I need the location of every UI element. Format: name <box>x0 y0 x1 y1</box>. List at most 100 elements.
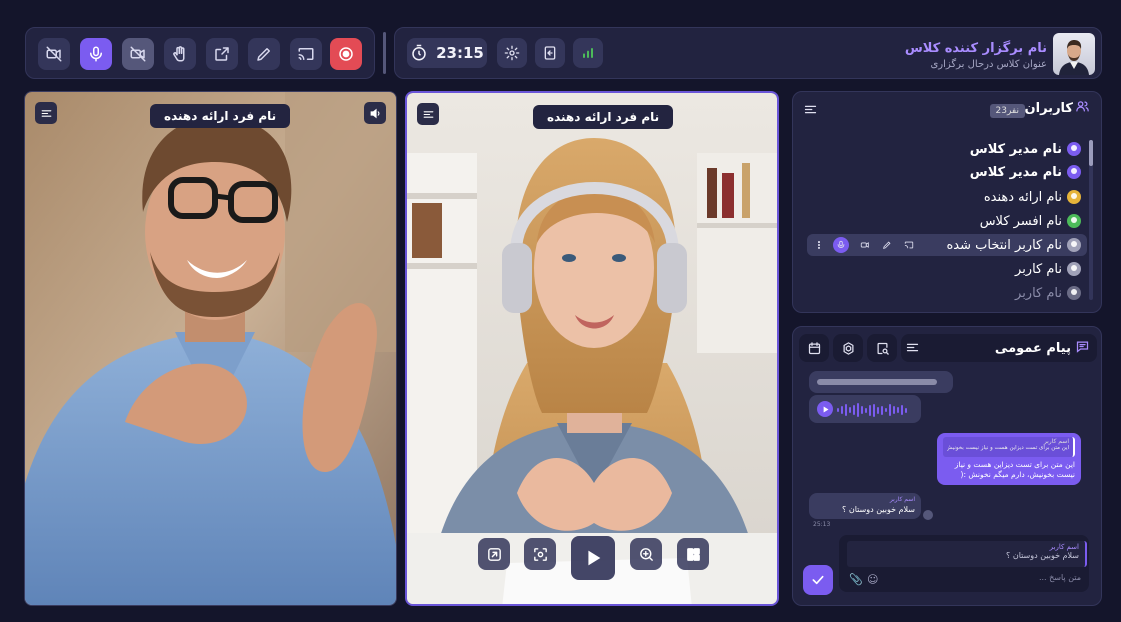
class-status: عنوان کلاس درحال برگزاری <box>930 59 1047 70</box>
emoji-icon[interactable]: ☺ <box>867 573 878 586</box>
chat-menu-button[interactable] <box>905 340 921 356</box>
user-item[interactable]: نام کاربر <box>1015 282 1081 304</box>
fit-screen-button[interactable] <box>478 538 510 570</box>
incoming-sender-name: اسم کاربر <box>889 496 915 503</box>
camera-off-icon <box>46 46 62 62</box>
focus-button[interactable] <box>524 538 556 570</box>
menu-icon <box>906 343 919 352</box>
participant-video-1 <box>25 92 396 605</box>
users-scrollbar[interactable] <box>1089 140 1093 300</box>
incoming-message-text: سلام خوبین دوستان ؟ <box>842 505 915 514</box>
check-icon <box>812 575 824 585</box>
send-button[interactable] <box>803 565 833 595</box>
user-status-icon <box>1067 142 1081 156</box>
message-bubble-placeholder <box>809 371 953 393</box>
host-avatar <box>1053 33 1095 75</box>
toolbar-divider <box>383 32 386 74</box>
focus-icon <box>533 547 547 561</box>
reply-quote: اسم کاربر این متن برای تست دیزاین هست و … <box>943 437 1075 457</box>
search-document-icon <box>877 342 889 355</box>
draft-reply-text: سلام خوبین دوستان ؟ <box>1006 551 1079 560</box>
own-message-bubble: اسم کاربر این متن برای تست دیزاین هست و … <box>937 433 1081 485</box>
chat-icon <box>1075 339 1095 359</box>
layout-button[interactable] <box>677 538 709 570</box>
share-screen-button[interactable] <box>206 38 238 70</box>
record-button[interactable] <box>330 38 362 70</box>
calendar-icon <box>808 341 820 354</box>
own-message-text: این متن برای تست دیزاین هست و نیاز نیست … <box>954 460 1075 479</box>
record-icon <box>339 47 353 61</box>
host-name: نام برگزار کننده کلاس <box>904 41 1047 56</box>
menu-icon <box>423 110 433 118</box>
connection-button[interactable] <box>573 38 603 68</box>
timer-text: 23:15 <box>436 44 484 62</box>
message-input-area: اسم کاربر سلام خوبین دوستان ؟ متن پاسخ .… <box>839 535 1089 592</box>
incoming-message-bubble: اسم کاربر سلام خوبین دوستان ؟ <box>809 493 921 519</box>
presenter-label-2: نام فرد ارائه دهنده <box>533 105 674 129</box>
video-tile-2[interactable]: نام فرد ارائه دهنده <box>405 91 779 606</box>
incoming-avatar <box>923 510 933 520</box>
calendar-tab[interactable] <box>799 334 829 362</box>
video-menu-button-2[interactable] <box>417 103 439 125</box>
play-voice-icon[interactable] <box>817 401 833 417</box>
chat-title: پیام عمومی <box>994 341 1071 356</box>
chat-panel: پیام عمومی اسم کاربر این متن برای تست دی… <box>792 326 1102 606</box>
cast-button[interactable] <box>290 38 322 70</box>
gear-icon <box>504 45 520 61</box>
share-icon <box>215 47 229 61</box>
microphone-button[interactable] <box>80 38 112 70</box>
user-status-icon <box>1067 165 1081 179</box>
raise-hand-button[interactable] <box>164 38 196 70</box>
user-item[interactable]: نام کاربر <box>1015 258 1081 280</box>
user-item[interactable]: نام مدیر کلاس <box>970 161 1081 183</box>
signal-icon <box>583 48 593 58</box>
search-messages-tab[interactable] <box>867 334 897 362</box>
users-icon <box>1075 99 1095 119</box>
video-menu-button-1[interactable] <box>35 102 57 124</box>
settings-button[interactable] <box>497 38 527 68</box>
user-pen-icon[interactable] <box>879 237 895 253</box>
draw-button[interactable] <box>248 38 280 70</box>
user-item[interactable]: نام مدیر کلاس <box>970 138 1081 160</box>
speaker-button[interactable] <box>364 102 386 124</box>
play-icon <box>588 550 601 566</box>
users-menu-button[interactable] <box>803 102 819 118</box>
draft-reply-name: اسم کاربر <box>1049 543 1079 551</box>
user-camera-icon[interactable] <box>857 237 873 253</box>
draft-reply-quote: اسم کاربر سلام خوبین دوستان ؟ <box>847 541 1087 567</box>
user-item[interactable]: نام کاربر انتخاب شده <box>946 234 1081 256</box>
users-title: کاربران <box>1024 101 1073 116</box>
exit-button[interactable] <box>535 38 565 68</box>
user-item[interactable]: نام افسر کلاس <box>980 210 1081 232</box>
user-status-icon <box>1067 190 1081 204</box>
speaker-icon <box>370 108 379 118</box>
fit-screen-icon <box>487 547 501 561</box>
exit-icon <box>544 46 556 60</box>
cast-icon <box>298 48 314 60</box>
video-off-icon <box>130 46 146 62</box>
camera-off-button[interactable] <box>38 38 70 70</box>
video-off-button[interactable] <box>122 38 154 70</box>
class-timer: 23:15 <box>407 38 487 68</box>
user-item[interactable]: نام ارائه دهنده <box>984 186 1081 208</box>
openai-icon <box>843 341 853 355</box>
video-tile-1[interactable]: نام فرد ارائه دهنده <box>24 91 397 606</box>
top-toolbar <box>25 27 375 79</box>
microphone-icon <box>90 46 102 62</box>
user-cast-icon[interactable] <box>901 237 917 253</box>
menu-icon <box>804 105 817 114</box>
voice-waveform <box>837 403 909 417</box>
play-button[interactable] <box>571 536 615 580</box>
incoming-time: 25:13 <box>813 521 831 528</box>
user-status-icon <box>1067 238 1081 252</box>
message-input[interactable]: متن پاسخ ... <box>1039 573 1081 582</box>
user-options-icon[interactable] <box>811 237 827 253</box>
stopwatch-icon <box>412 44 426 61</box>
users-count-badge: 23نفر <box>989 104 1025 118</box>
attach-icon[interactable]: 📎 <box>849 573 863 586</box>
user-status-icon <box>1067 214 1081 228</box>
user-mic-icon[interactable] <box>833 237 849 253</box>
voice-message[interactable] <box>809 395 921 423</box>
zoom-in-button[interactable] <box>630 538 662 570</box>
ai-tab[interactable] <box>833 334 863 362</box>
